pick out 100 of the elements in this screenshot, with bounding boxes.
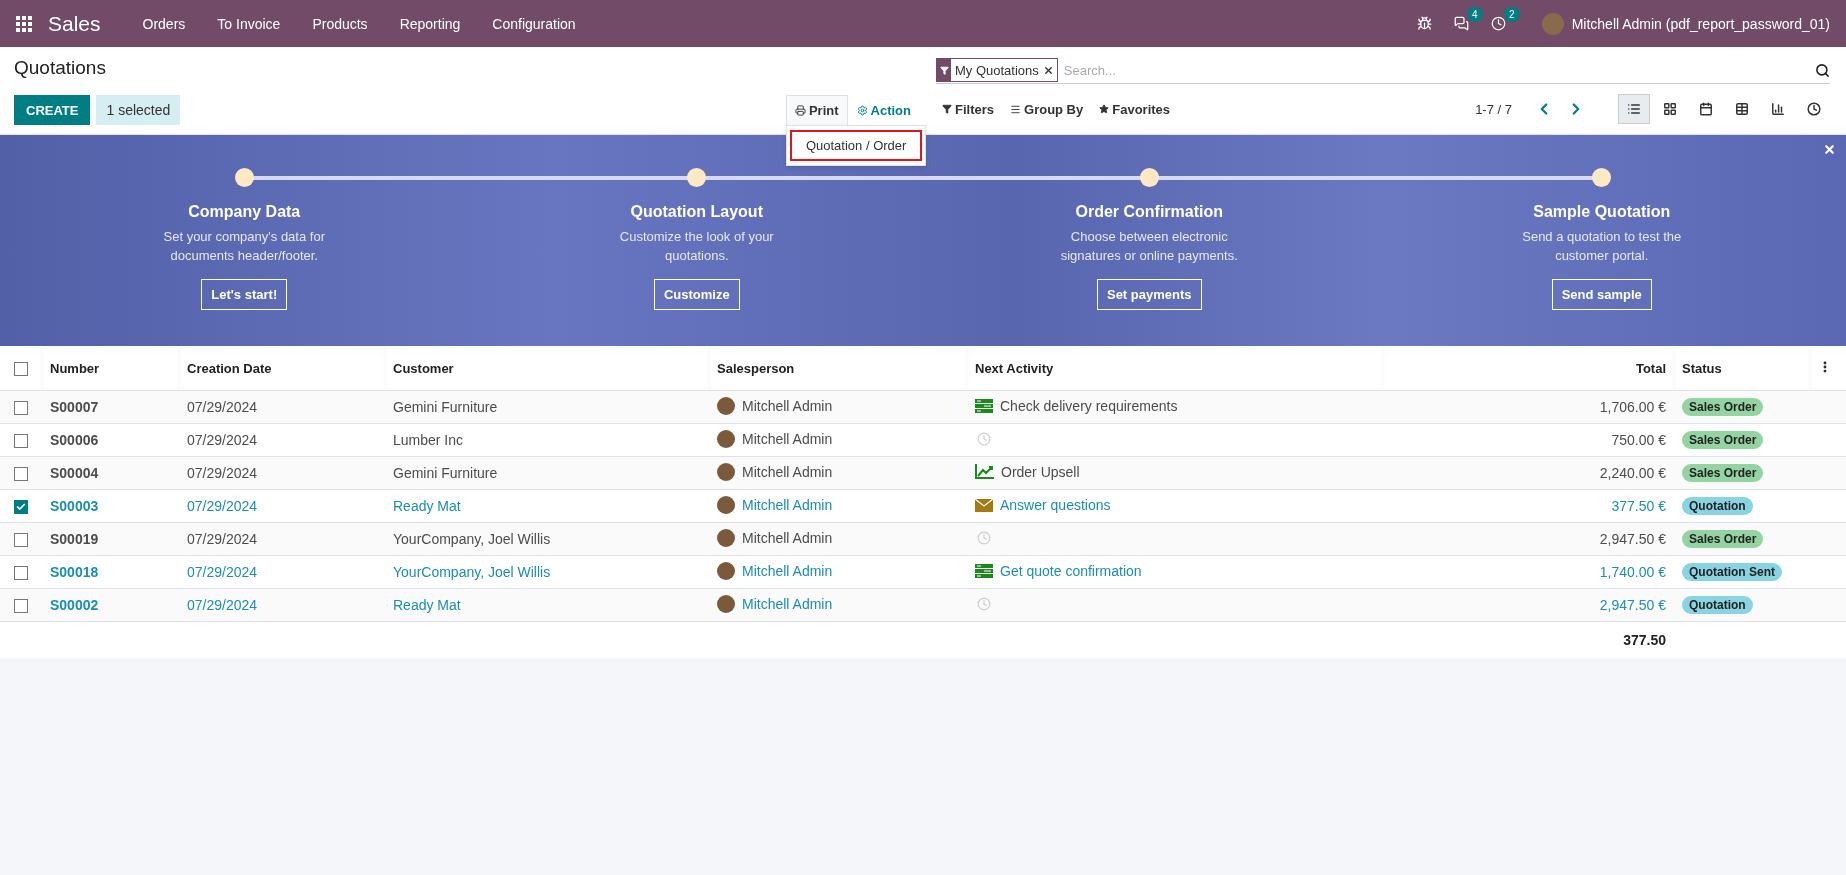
step-description: Set your company's data for documents header/footer.	[162, 228, 326, 265]
column-header[interactable]: Creation Date	[179, 346, 385, 391]
menu-item[interactable]: Orders	[126, 15, 202, 32]
menu-item[interactable]: Configuration	[476, 15, 592, 32]
table-cell: YourCompany, Joel Willis	[385, 555, 709, 589]
status-tag: Sales Order	[1682, 530, 1764, 548]
step-title: Company Data	[188, 203, 301, 221]
pager: 1-7 / 7	[1475, 101, 1512, 117]
tasks-icon[interactable]	[975, 399, 993, 413]
remove-icon[interactable]	[1042, 64, 1054, 76]
step-description: Send a quotation to test the customer portal.	[1521, 228, 1683, 265]
step-button[interactable]: Set payments	[1096, 279, 1202, 310]
apps-menu-icon[interactable]	[16, 15, 32, 32]
selection-count: 1 selected	[96, 95, 181, 125]
table-cell: S00006	[42, 423, 179, 457]
list-view-icon[interactable]	[1618, 94, 1650, 124]
envelope-icon[interactable]	[975, 498, 993, 512]
table-cell: 07/29/2024	[179, 555, 385, 589]
group-by-button[interactable]: Group By	[1004, 101, 1090, 117]
avatar	[717, 495, 735, 514]
table-cell: Ready Mat	[385, 588, 709, 622]
table-cell: 07/29/2024	[179, 489, 385, 523]
bug-icon[interactable]	[1416, 16, 1432, 31]
row-checkbox[interactable]	[14, 566, 28, 581]
column-header[interactable]: Customer	[385, 346, 709, 391]
column-header[interactable]: Salesperson	[709, 346, 967, 391]
step-button[interactable]: Let's start!	[201, 279, 288, 310]
step-dot	[1592, 168, 1612, 187]
filter-facet[interactable]: My Quotations	[936, 58, 1058, 82]
search-icon[interactable]	[1815, 62, 1830, 78]
table-cell: Mitchell Admin	[742, 463, 833, 480]
row-checkbox[interactable]	[14, 500, 28, 515]
menu-item[interactable]: To Invoice	[201, 15, 297, 32]
step-title: Order Confirmation	[1075, 203, 1224, 221]
trend-chart-icon[interactable]	[975, 464, 994, 480]
gear-icon	[856, 105, 868, 116]
table-cell: Answer questions	[1000, 497, 1111, 514]
avatar	[717, 528, 735, 547]
row-checkbox[interactable]	[14, 467, 28, 482]
step-button[interactable]: Send sample	[1551, 279, 1652, 310]
close-button[interactable]	[1823, 143, 1836, 156]
filter-icon	[939, 65, 949, 75]
star-icon	[1099, 104, 1110, 114]
print-button[interactable]: Print	[785, 95, 848, 125]
status-tag: Quotation	[1682, 596, 1753, 614]
status-tag: Sales Order	[1682, 464, 1764, 482]
select-all-checkbox[interactable]	[14, 361, 28, 376]
step-description: Choose between electronic signatures or online payments.	[1059, 228, 1239, 265]
menu-item[interactable]: Products	[296, 15, 384, 32]
step-button[interactable]: Customize	[653, 279, 740, 310]
search-field[interactable]: My Quotations Search...	[936, 57, 1830, 84]
row-checkbox[interactable]	[14, 434, 28, 449]
step-dot	[1139, 168, 1159, 187]
column-header[interactable]: Number	[42, 346, 179, 391]
avatar	[717, 396, 735, 415]
status-tag: Sales Order	[1682, 398, 1764, 416]
column-header[interactable]: Total	[1383, 346, 1674, 391]
filter-icon	[942, 104, 952, 114]
count-badge: 4	[1467, 7, 1483, 22]
table-cell: S00007	[42, 390, 179, 424]
status-tag: Quotation	[1682, 497, 1753, 515]
step-dot	[687, 168, 707, 187]
filters-button[interactable]: Filters	[936, 101, 1000, 117]
action-button[interactable]: Action	[847, 95, 920, 125]
tasks-icon[interactable]	[975, 564, 993, 578]
total-sum: 377.50	[1383, 621, 1674, 658]
table-cell: 1,706.00 €	[1383, 390, 1674, 424]
status-tag: Sales Order	[1682, 431, 1764, 449]
app-name[interactable]: Sales	[48, 11, 101, 36]
row-checkbox[interactable]	[14, 533, 28, 548]
table-cell: S00003	[42, 489, 179, 523]
table-cell: 07/29/2024	[179, 588, 385, 622]
table-cell: Check delivery requirements	[1000, 398, 1178, 414]
table-cell: Mitchell Admin	[742, 529, 833, 546]
table-cell: 2,947.50 €	[1383, 588, 1674, 622]
row-checkbox[interactable]	[14, 401, 28, 416]
menu-item[interactable]: Reporting	[383, 15, 477, 32]
column-header[interactable]: Next Activity	[967, 346, 1383, 391]
avatar	[717, 594, 735, 613]
printer-icon	[794, 105, 806, 116]
avatar	[717, 561, 735, 580]
dropdown-item[interactable]: Quotation / Order	[789, 130, 923, 161]
user-name[interactable]: Mitchell Admin (pdf_report_password_01)	[1571, 15, 1830, 32]
table-cell: Mitchell Admin	[742, 430, 833, 447]
table-cell: YourCompany, Joel Willis	[385, 522, 709, 556]
count-badge: 2	[1504, 7, 1520, 22]
column-header[interactable]: Status	[1674, 346, 1810, 391]
activity-icon[interactable]	[1490, 16, 1506, 31]
table-cell: Mitchell Admin	[742, 496, 833, 513]
create-button[interactable]: CREATE	[14, 95, 91, 125]
table-cell: Lumber Inc	[385, 423, 709, 457]
status-tag: Quotation Sent	[1682, 563, 1782, 581]
row-checkbox[interactable]	[14, 599, 28, 614]
table-cell: Ready Mat	[385, 489, 709, 523]
table-cell: 1,740.00 €	[1383, 555, 1674, 589]
step-title: Sample Quotation	[1533, 203, 1671, 221]
avatar	[717, 462, 735, 481]
chat-icon[interactable]	[1453, 16, 1469, 31]
favorites-button[interactable]: Favorites	[1093, 101, 1177, 117]
table-cell: 07/29/2024	[179, 522, 385, 556]
